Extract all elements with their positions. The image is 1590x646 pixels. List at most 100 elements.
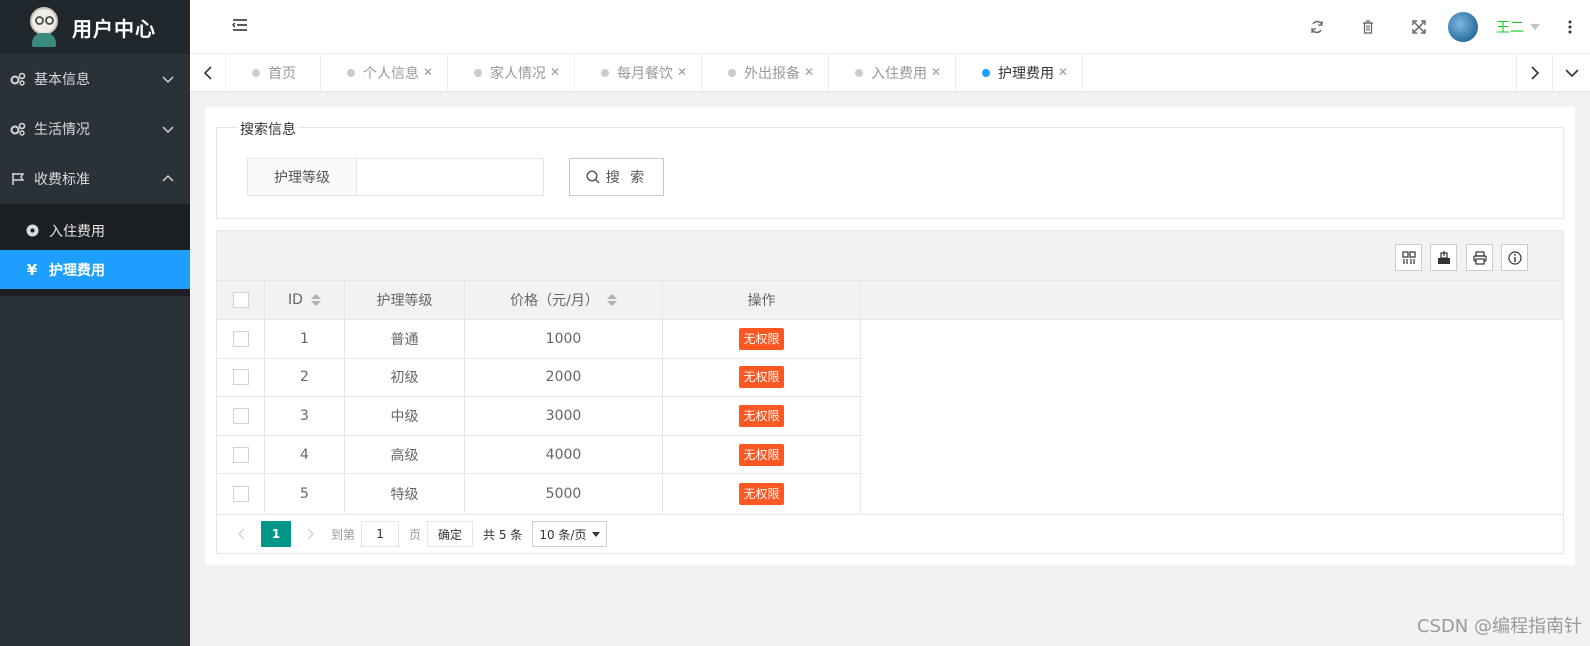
row-checkbox[interactable] — [232, 330, 249, 347]
cell-level: 初级 — [345, 358, 465, 397]
column-header-price[interactable]: 价格（元/月） — [465, 281, 663, 319]
chevron-down-icon — [162, 73, 174, 85]
tab-dot — [252, 68, 260, 77]
close-icon[interactable]: ✕ — [804, 66, 814, 78]
column-header-action: 操作 — [663, 281, 861, 319]
no-permission-badge[interactable]: 无权限 — [739, 443, 784, 466]
tab-scroll-left-icon[interactable] — [190, 54, 226, 91]
tab-scroll-right-icon[interactable] — [1516, 54, 1552, 91]
search-fieldset: 搜索信息 护理等级 搜 索 — [216, 119, 1564, 219]
caret-down-icon — [1530, 24, 1540, 30]
table-header: ID 护理等级 价格（元/月） 操作 — [217, 281, 1563, 320]
row-checkbox[interactable] — [232, 407, 249, 424]
cell-id: 1 — [265, 320, 345, 358]
current-page[interactable]: 1 — [261, 521, 291, 547]
goto-page-input[interactable]: 1 — [361, 521, 400, 547]
row-checkbox[interactable] — [232, 485, 249, 502]
sidebar: 用户中心 基本信息 生活情况 收费标准 入住费用 ¥ 护理费用 — [0, 0, 190, 646]
row-checkbox[interactable] — [232, 446, 249, 463]
print-icon[interactable] — [1466, 244, 1493, 271]
close-icon[interactable]: ✕ — [550, 66, 560, 78]
caret-down-icon — [592, 531, 601, 537]
tab-label: 每月餐饮 — [617, 65, 673, 82]
select-all-checkbox[interactable] — [232, 292, 249, 308]
search-button[interactable]: 搜 索 — [569, 158, 664, 196]
close-icon[interactable]: ✕ — [1058, 66, 1068, 78]
tab-dot — [474, 68, 482, 77]
tab-home[interactable]: 首页 — [226, 54, 321, 91]
columns-icon[interactable] — [1395, 244, 1422, 271]
fullscreen-icon[interactable] — [1393, 0, 1444, 54]
dot-circle-icon — [25, 224, 39, 238]
sort-icon[interactable] — [310, 294, 321, 306]
close-icon[interactable]: ✕ — [931, 66, 941, 78]
prev-page-icon[interactable] — [231, 528, 253, 540]
trash-icon[interactable] — [1342, 0, 1393, 54]
table-row: 3 中级 3000 无权限 — [217, 397, 862, 436]
tab-meals[interactable]: 每月餐饮 ✕ — [575, 54, 702, 91]
user-menu[interactable]: 王二 — [1496, 17, 1540, 37]
user-name: 王二 — [1496, 20, 1524, 36]
row-checkbox[interactable] — [232, 369, 249, 386]
tab-outing[interactable]: 外出报备 ✕ — [702, 54, 829, 91]
tab-nursing-fee[interactable]: 护理费用 ✕ — [956, 54, 1083, 91]
cell-price: 1000 — [465, 320, 663, 358]
sidebar-subitem-nursing-fee[interactable]: ¥ 护理费用 — [0, 250, 190, 289]
flag-icon — [10, 171, 26, 187]
tab-label: 护理费用 — [998, 65, 1054, 82]
column-header-id[interactable]: ID — [265, 281, 345, 319]
data-table: ID 护理等级 价格（元/月） 操作 1 普通 1000 无权限 2 初级 20… — [216, 230, 1564, 554]
cell-level: 特级 — [345, 474, 465, 513]
gears-icon — [10, 71, 26, 87]
sidebar-item-label: 基本信息 — [34, 72, 90, 88]
menu-toggle-icon[interactable] — [232, 18, 248, 34]
user-avatar[interactable] — [1448, 12, 1478, 42]
tab-checkin-fee[interactable]: 入住费用 ✕ — [829, 54, 956, 91]
no-permission-badge[interactable]: 无权限 — [739, 404, 784, 427]
goto-label: 到第 — [331, 527, 356, 542]
sidebar-subitem-label: 入住费用 — [49, 223, 105, 240]
sort-icon[interactable] — [606, 294, 617, 306]
column-header-label: 价格（元/月） — [510, 293, 599, 309]
no-permission-badge[interactable]: 无权限 — [739, 327, 784, 350]
top-header: 王二 — [190, 0, 1590, 54]
tab-dot — [982, 68, 990, 77]
tab-family[interactable]: 家人情况 ✕ — [448, 54, 575, 91]
close-icon[interactable]: ✕ — [423, 66, 433, 78]
cell-price: 3000 — [465, 397, 663, 435]
tab-menu-chevron-down-icon[interactable] — [1552, 54, 1590, 91]
tab-label: 家人情况 — [490, 65, 546, 82]
tab-dot — [601, 68, 609, 77]
table-body: 1 普通 1000 无权限 2 初级 2000 无权限 3 中级 3000 无权… — [217, 320, 862, 513]
info-icon[interactable] — [1501, 244, 1528, 271]
column-header-label: ID — [288, 292, 303, 308]
export-icon[interactable] — [1430, 244, 1457, 271]
column-header-level: 护理等级 — [345, 281, 465, 319]
tab-label: 外出报备 — [744, 65, 800, 82]
no-permission-badge[interactable]: 无权限 — [739, 366, 784, 389]
tab-dot — [855, 68, 863, 77]
pagination: 1 到第 1 页 确定 共 5 条 10 条/页 — [217, 514, 1563, 553]
logo-avatar-icon — [26, 7, 62, 47]
logo-area[interactable]: 用户中心 — [0, 0, 190, 54]
sidebar-item-label: 生活情况 — [34, 122, 90, 138]
sidebar-item-living[interactable]: 生活情况 — [0, 104, 190, 154]
tab-personal-info[interactable]: 个人信息 ✕ — [321, 54, 448, 91]
page-size-select[interactable]: 10 条/页 — [532, 521, 608, 547]
more-vertical-icon[interactable] — [1550, 20, 1590, 34]
close-icon[interactable]: ✕ — [677, 66, 687, 78]
table-row: 5 特级 5000 无权限 — [217, 474, 862, 513]
sidebar-item-fees[interactable]: 收费标准 — [0, 154, 190, 204]
next-page-icon[interactable] — [299, 528, 321, 540]
confirm-button[interactable]: 确定 — [427, 521, 474, 547]
cell-level: 中级 — [345, 397, 465, 435]
sidebar-subitem-checkin-fee[interactable]: 入住费用 — [0, 211, 190, 250]
table-row: 4 高级 4000 无权限 — [217, 435, 862, 475]
cell-id: 3 — [265, 397, 345, 435]
no-permission-badge[interactable]: 无权限 — [739, 482, 784, 505]
sidebar-item-basic-info[interactable]: 基本信息 — [0, 54, 190, 104]
nursing-level-input[interactable] — [356, 158, 544, 196]
table-toolbar — [217, 231, 1563, 281]
cell-id: 2 — [265, 358, 345, 397]
refresh-icon[interactable] — [1291, 0, 1342, 54]
